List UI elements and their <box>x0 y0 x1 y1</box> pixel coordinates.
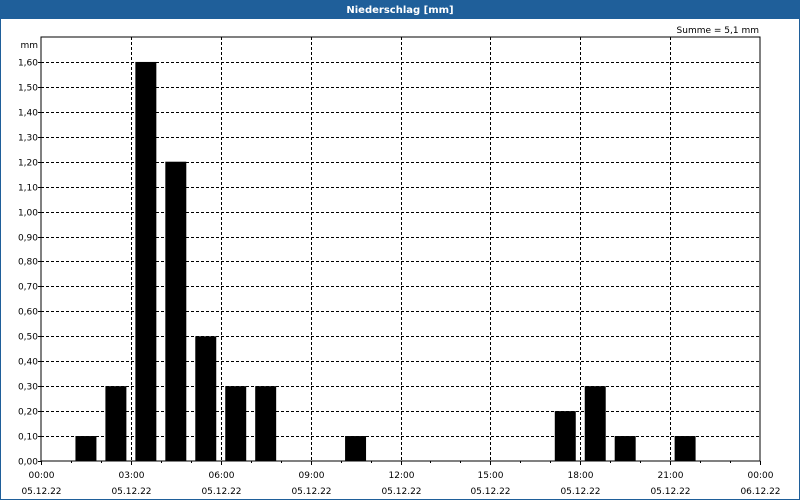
x-tick-time: 12:00 <box>389 471 415 481</box>
bar <box>345 436 367 461</box>
bar <box>614 436 636 461</box>
y-tick-label: 0,60 <box>18 308 38 318</box>
bar <box>584 386 606 461</box>
bar <box>674 436 696 461</box>
precipitation-chart: 0,00 0,10 0,20 0,30 0,40 0,50 0,60 0,70 0,80 0,90… <box>18 36 781 497</box>
x-tick-time: 21:00 <box>658 471 684 481</box>
y-tick-label: 0,80 <box>18 258 38 268</box>
bar <box>195 336 217 461</box>
bar <box>225 386 247 461</box>
x-tick-time: 00:00 <box>748 471 774 481</box>
x-tick-date: 06.12.22 <box>740 487 780 497</box>
y-tick-label: 0,50 <box>18 333 38 343</box>
x-tick-time: 09:00 <box>299 471 325 481</box>
y-tick-label: 1,30 <box>18 134 38 144</box>
x-tick-time: 18:00 <box>568 471 594 481</box>
y-tick-label: 0,10 <box>18 433 38 443</box>
y-tick-label: 1,00 <box>18 209 38 219</box>
y-tick-label: 1,40 <box>18 109 38 119</box>
x-tick-date: 05.12.22 <box>650 487 690 497</box>
x-tick-time: 03:00 <box>119 471 145 481</box>
y-tick-label: 0,30 <box>18 383 38 393</box>
y-axis-label: mm <box>20 41 38 51</box>
x-tick-date: 05.12.22 <box>381 487 421 497</box>
y-tick-label: 0,00 <box>18 458 38 468</box>
y-tick-label: 0,90 <box>18 234 38 244</box>
y-tick-label: 1,10 <box>18 184 38 194</box>
x-tick-date: 05.12.22 <box>111 487 151 497</box>
x-tick-date: 05.12.22 <box>291 487 331 497</box>
x-tick-date: 05.12.22 <box>560 487 600 497</box>
x-tick-time: 00:00 <box>29 471 55 481</box>
x-tick-time: 06:00 <box>209 471 235 481</box>
x-tick-time: 15:00 <box>478 471 504 481</box>
chart-window: Niederschlag [mm] Summe = 5,1 mm 0,00 0,1… <box>0 0 800 500</box>
bar <box>135 61 157 462</box>
y-tick-label: 1,60 <box>18 59 38 69</box>
x-tick-date: 05.12.22 <box>201 487 241 497</box>
bar <box>165 161 187 462</box>
y-tick-label: 1,50 <box>18 84 38 94</box>
bar <box>554 411 576 461</box>
y-tick-label: 0,40 <box>18 358 38 368</box>
y-tick-label: 1,20 <box>18 159 38 169</box>
bar <box>105 386 127 461</box>
x-tick-date: 05.12.22 <box>470 487 510 497</box>
bar <box>75 436 97 461</box>
y-tick-label: 0,70 <box>18 283 38 293</box>
x-tick-date: 05.12.22 <box>21 487 61 497</box>
y-tick-label: 0,20 <box>18 408 38 418</box>
bar <box>255 386 277 461</box>
